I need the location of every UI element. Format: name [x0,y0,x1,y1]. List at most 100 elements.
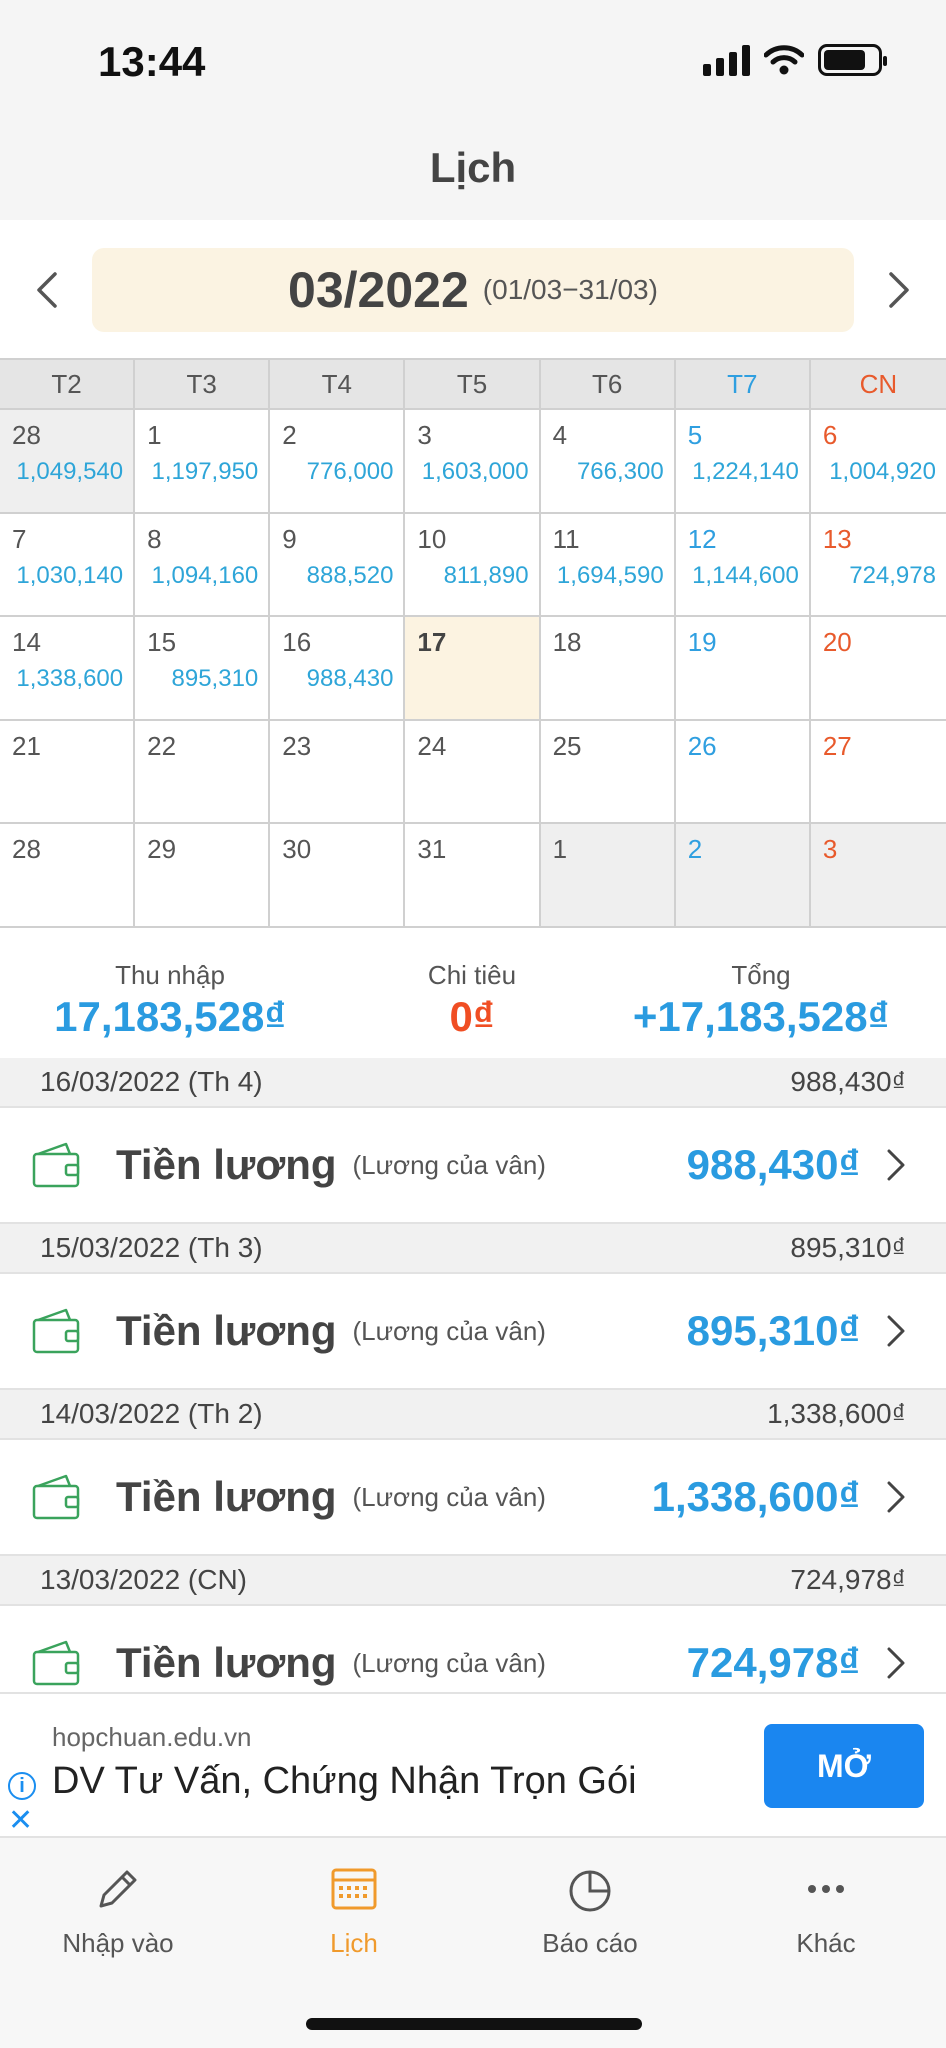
expense-value: 0₫ [449,993,495,1040]
calendar-day-cell[interactable]: 9 888,520 [270,513,406,616]
transaction-day-header: 15/03/2022 (Th 3) 895,310₫ [0,1224,946,1274]
day-income-amount: 724,978 [849,561,936,589]
day-income-amount: 1,004,920 [829,458,936,485]
cellular-signal-icon [703,44,750,76]
month-picker[interactable]: 03/2022 (01/03−31/03) [92,248,854,332]
chevron-right-icon [887,1149,905,1181]
transaction-item[interactable]: Tiền lương (Lương của vân) 1,338,600₫ [0,1440,946,1556]
status-bar: 13:44 [0,0,946,120]
transaction-item[interactable]: Tiền lương (Lương của vân) 988,430₫ [0,1108,946,1224]
calendar-day-cell[interactable]: 28 1,049,540 [0,410,136,512]
calendar-day-cell[interactable]: 23 [270,720,406,823]
day-income-amount: 1,224,140 [692,458,799,485]
transaction-item[interactable]: Tiền lương (Lương của vân) 724,978₫ [0,1606,946,1692]
ad-banner[interactable]: i ✕ hopchuan.edu.vn DV Tư Vấn, Chứng Nhậ… [0,1692,946,1838]
ad-title[interactable]: DV Tư Vấn, Chứng Nhận Trọn Gói [52,1760,637,1803]
calendar-day-cell[interactable]: 20 [810,617,946,719]
day-number: 2 [282,420,297,450]
ad-info-icon[interactable]: i [8,1772,36,1800]
weekday-label: T7 [676,360,811,408]
tab-label: Lịch [330,1928,378,1958]
day-income-amount: 1,094,160 [151,561,259,589]
day-number: 17 [417,627,447,658]
day-number: 1 [147,420,162,450]
day-number: 18 [552,627,582,658]
calendar-day-cell[interactable]: 5 1,224,140 [675,410,811,512]
expense-summary: Chi tiêu 0₫ [372,960,572,1041]
calendar-day-cell[interactable]: 25 [540,720,676,823]
calendar-day-cell[interactable]: 22 [135,720,271,823]
day-income-amount: 776,000 [306,458,394,485]
calendar-day-cell[interactable]: 6 1,004,920 [810,410,946,512]
calendar-day-cell[interactable]: 3 [810,824,946,926]
calendar-day-cell[interactable]: 3 1,603,000 [405,410,541,512]
calendar-day-cell[interactable]: 11 1,694,590 [540,513,676,616]
transaction-item[interactable]: Tiền lương (Lương của vân) 895,310₫ [0,1274,946,1390]
transaction-date: 15/03/2022 (Th 3) [40,1232,263,1263]
wallet-icon [32,1640,80,1686]
calendar-day-cell[interactable]: 2 776,000 [270,410,406,512]
day-number: 26 [687,730,717,761]
day-income-amount: 1,049,540 [16,458,124,485]
transaction-note: (Lương của vân) [352,1149,546,1180]
tab-bar: Nhập vào Lịch Báo cáo Khác [0,1838,946,2048]
day-number: 24 [417,730,447,761]
transaction-day-total: 724,978₫ [790,1564,906,1595]
calendar-day-cell[interactable]: 28 [0,824,136,926]
weekday-label: T5 [405,360,541,408]
income-value: 17,183,528₫ [54,993,286,1040]
calendar-day-cell[interactable]: 21 [0,720,136,823]
calendar-day-cell[interactable]: 1 1,197,950 [135,410,271,512]
transaction-category: Tiền lương [116,1141,337,1188]
transaction-amount: 895,310₫ [686,1307,860,1354]
income-label: Thu nhập [115,960,225,990]
transaction-list[interactable]: 16/03/2022 (Th 4) 988,430₫ Tiền lương (Lươn… [0,1058,946,1692]
calendar-day-cell[interactable]: 29 [135,824,271,926]
tab-lich[interactable]: Lịch [236,1862,472,1959]
weekday-label: CN [859,369,898,399]
day-income-amount: 766,300 [576,458,664,485]
calendar-day-cell[interactable]: 10 811,890 [405,513,541,616]
calendar-day-cell[interactable]: 27 [810,720,946,823]
calendar-day-cell[interactable]: 8 1,094,160 [135,513,271,616]
day-number: 28 [12,834,41,865]
tab-nhap-vao[interactable]: Nhập vào [0,1862,236,1959]
calendar-day-cell[interactable]: 30 [270,824,406,926]
calendar-day-cell[interactable]: 17 [405,617,541,719]
calendar-day-cell[interactable]: 13 724,978 [810,513,946,616]
chevron-right-icon [887,1647,905,1679]
transaction-day-header: 14/03/2022 (Th 2) 1,338,600₫ [0,1390,946,1440]
day-number: 31 [417,834,447,865]
ad-close-icon[interactable]: ✕ [8,1806,33,1836]
transaction-amount: 724,978₫ [686,1639,860,1686]
day-number: 11 [552,523,580,554]
calendar-day-cell[interactable]: 7 1,030,140 [0,513,136,616]
day-number: 16 [282,627,312,658]
calendar-day-cell[interactable]: 16 988,430 [270,617,406,719]
day-number: 21 [12,730,41,761]
calendar-day-cell[interactable]: 31 [405,824,541,926]
tab-khac[interactable]: Khác [708,1862,944,1959]
day-number: 2 [687,834,703,865]
previous-month-button[interactable] [16,260,76,320]
day-number: 1 [552,834,568,865]
calendar-day-cell[interactable]: 1 [540,824,676,926]
calendar-day-cell[interactable]: 18 [540,617,676,719]
calendar-day-cell[interactable]: 2 [675,824,811,926]
day-number: 10 [417,523,447,554]
tab-label: Khác [796,1928,856,1958]
chevron-right-icon [889,272,909,308]
day-number: 4 [552,420,568,450]
calendar-day-cell[interactable]: 15 895,310 [135,617,271,719]
transaction-category: Tiền lương [116,1473,337,1520]
calendar-day-cell[interactable]: 26 [675,720,811,823]
calendar-day-cell[interactable]: 4 766,300 [540,410,676,512]
total-label: Tổng [731,960,791,990]
ad-open-button[interactable]: MỞ [764,1724,924,1808]
calendar-day-cell[interactable]: 24 [405,720,541,823]
calendar-day-cell[interactable]: 19 [675,617,811,719]
calendar-day-cell[interactable]: 12 1,144,600 [675,513,811,616]
tab-bao-cao[interactable]: Báo cáo [472,1862,708,1959]
next-month-button[interactable] [870,260,930,320]
calendar-day-cell[interactable]: 14 1,338,600 [0,617,136,719]
